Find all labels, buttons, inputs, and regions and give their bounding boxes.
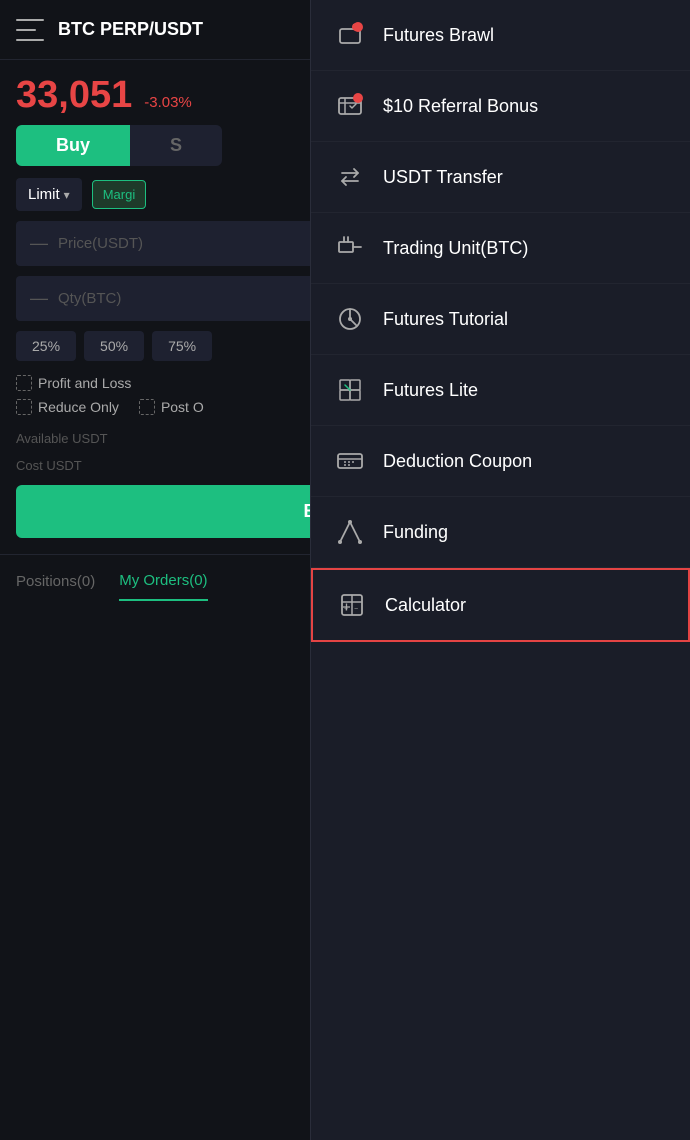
limit-select[interactable]: Limit ▾ — [16, 178, 82, 211]
futures-brawl-icon: P K — [335, 20, 365, 50]
post-only-label: Post O — [161, 399, 204, 415]
buy-tab[interactable]: Buy — [16, 125, 130, 166]
referral-bonus-label: $10 Referral Bonus — [383, 96, 538, 117]
pct-25-btn[interactable]: 25% — [16, 331, 76, 361]
margin-button[interactable]: Margi — [92, 180, 147, 209]
futures-tutorial-icon — [335, 304, 365, 334]
futures-tutorial-label: Futures Tutorial — [383, 309, 508, 330]
menu-icon[interactable] — [16, 19, 44, 41]
menu-item-funding[interactable]: Funding — [311, 497, 690, 568]
futures-lite-icon — [335, 375, 365, 405]
menu-item-futures-lite[interactable]: Futures Lite — [311, 355, 690, 426]
usdt-transfer-icon — [335, 162, 365, 192]
sell-tab[interactable]: S — [130, 125, 222, 166]
dropdown-menu: P K Futures Brawl $10 Referral Bonus — [310, 0, 690, 1140]
futures-lite-label: Futures Lite — [383, 380, 478, 401]
funding-label: Funding — [383, 522, 448, 543]
menu-item-futures-brawl[interactable]: P K Futures Brawl — [311, 0, 690, 71]
menu-item-usdt-transfer[interactable]: USDT Transfer — [311, 142, 690, 213]
menu-item-futures-tutorial[interactable]: Futures Tutorial — [311, 284, 690, 355]
pct-50-btn[interactable]: 50% — [84, 331, 144, 361]
referral-bonus-icon — [335, 91, 365, 121]
price-value: 33,051 — [16, 74, 132, 117]
deduction-coupon-label: Deduction Coupon — [383, 451, 532, 472]
usdt-transfer-label: USDT Transfer — [383, 167, 503, 188]
menu-item-calculator[interactable]: + − Calculator — [311, 568, 690, 642]
calculator-icon: + − — [337, 590, 367, 620]
calculator-label: Calculator — [385, 595, 466, 616]
funding-icon — [335, 517, 365, 547]
futures-brawl-label: Futures Brawl — [383, 25, 494, 46]
menu-item-trading-unit[interactable]: Trading Unit(BTC) — [311, 213, 690, 284]
pct-75-btn[interactable]: 75% — [152, 331, 212, 361]
menu-item-referral-bonus[interactable]: $10 Referral Bonus — [311, 71, 690, 142]
menu-item-deduction-coupon[interactable]: Deduction Coupon — [311, 426, 690, 497]
trading-unit-label: Trading Unit(BTC) — [383, 238, 528, 259]
post-only-checkbox[interactable] — [139, 399, 155, 415]
profit-loss-checkbox[interactable] — [16, 375, 32, 391]
my-orders-tab[interactable]: My Orders(0) — [119, 572, 207, 601]
price-change: -3.03% — [144, 94, 192, 111]
trading-unit-icon — [335, 233, 365, 263]
positions-tab[interactable]: Positions(0) — [16, 573, 95, 600]
reduce-only-checkbox[interactable] — [16, 399, 32, 415]
reduce-only-label: Reduce Only — [38, 399, 119, 415]
deduction-coupon-icon — [335, 446, 365, 476]
profit-loss-label: Profit and Loss — [38, 375, 131, 391]
svg-text:−: − — [354, 606, 358, 613]
